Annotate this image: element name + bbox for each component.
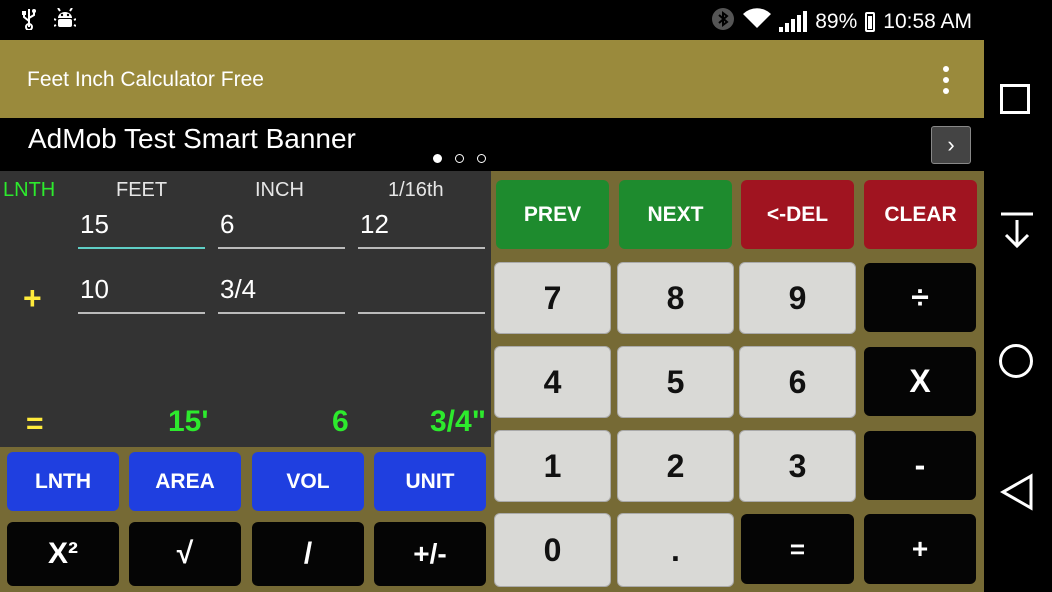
key-5[interactable]: 5 xyxy=(617,346,734,418)
divide-button[interactable]: ÷ xyxy=(864,263,976,332)
battery-percent: 89% xyxy=(815,10,858,33)
key-1[interactable]: 1 xyxy=(494,430,611,502)
battery-charging-icon xyxy=(865,12,876,32)
square-button[interactable]: X² xyxy=(7,522,119,586)
vol-mode-button[interactable]: VOL xyxy=(252,452,364,511)
lnth-mode-button[interactable]: LNTH xyxy=(7,452,119,511)
keypad-mode: LNTH AREA VOL UNIT X² √ / +/- xyxy=(0,447,491,592)
key-9[interactable]: 9 xyxy=(739,262,856,334)
feet-field-1[interactable]: 15 xyxy=(78,209,205,249)
sixteenth-field-2[interactable] xyxy=(358,274,485,314)
result-fraction: 3/4" xyxy=(430,405,486,438)
equals-label: = xyxy=(26,407,44,440)
key-3[interactable]: 3 xyxy=(739,430,856,502)
notification-pull-down-icon[interactable] xyxy=(1000,212,1034,255)
prev-button[interactable]: PREV xyxy=(496,180,609,249)
ad-banner[interactable]: AdMob Test Smart Banner › xyxy=(0,118,984,171)
plus-button[interactable]: + xyxy=(864,514,976,584)
status-bar: 89% 10:58 AM xyxy=(0,0,984,40)
overflow-menu-icon[interactable] xyxy=(938,66,954,94)
key-7[interactable]: 7 xyxy=(494,262,611,334)
sixteenth-field-1[interactable]: 12 xyxy=(358,209,485,249)
operator-label: + xyxy=(23,280,42,316)
signal-icon xyxy=(779,11,808,32)
page-indicator xyxy=(433,154,486,163)
clock: 10:58 AM xyxy=(883,10,972,33)
key-0[interactable]: 0 xyxy=(494,513,611,587)
home-circle-icon[interactable] xyxy=(999,344,1033,378)
header-feet: FEET xyxy=(116,179,168,201)
result-feet: 15' xyxy=(168,405,209,438)
recents-square-icon[interactable] xyxy=(1000,84,1030,114)
area-mode-button[interactable]: AREA xyxy=(129,452,241,511)
android-debug-icon xyxy=(53,7,77,36)
unit-button[interactable]: UNIT xyxy=(374,452,486,511)
banner-text: AdMob Test Smart Banner xyxy=(28,123,356,154)
inch-field-1[interactable]: 6 xyxy=(218,209,345,249)
input-panel: LNTH FEET INCH 1/16th 15 6 12 + 10 3/4 =… xyxy=(0,171,491,447)
decimal-button[interactable]: . xyxy=(617,513,734,587)
clear-button[interactable]: CLEAR xyxy=(864,180,977,249)
wifi-icon xyxy=(743,8,772,36)
app-title: Feet Inch Calculator Free xyxy=(27,68,264,91)
minus-button[interactable]: - xyxy=(864,431,976,500)
key-6[interactable]: 6 xyxy=(739,346,856,418)
app-bar: Feet Inch Calculator Free xyxy=(0,40,984,118)
equals-button[interactable]: = xyxy=(741,514,854,584)
delete-button[interactable]: <-DEL xyxy=(741,180,854,249)
keypad-main: PREV NEXT <-DEL CLEAR 7 8 9 ÷ 4 5 6 X 1 … xyxy=(491,171,984,592)
usb-icon xyxy=(22,8,36,36)
key-8[interactable]: 8 xyxy=(617,262,734,334)
result-inch: 6 xyxy=(332,405,349,438)
mode-label: LNTH xyxy=(3,179,56,201)
header-sixteenth: 1/16th xyxy=(388,179,444,201)
navigation-bar xyxy=(984,0,1052,592)
multiply-button[interactable]: X xyxy=(864,347,976,416)
back-triangle-icon[interactable] xyxy=(999,473,1034,516)
key-2[interactable]: 2 xyxy=(617,430,734,502)
bluetooth-icon xyxy=(711,7,735,37)
sqrt-button[interactable]: √ xyxy=(129,522,241,586)
chevron-right-icon[interactable]: › xyxy=(931,126,971,164)
fraction-slash-button[interactable]: / xyxy=(252,522,364,586)
next-button[interactable]: NEXT xyxy=(619,180,732,249)
feet-field-2[interactable]: 10 xyxy=(78,274,205,314)
sign-toggle-button[interactable]: +/- xyxy=(374,522,486,586)
key-4[interactable]: 4 xyxy=(494,346,611,418)
header-inch: INCH xyxy=(255,179,304,201)
inch-field-2[interactable]: 3/4 xyxy=(218,274,345,314)
